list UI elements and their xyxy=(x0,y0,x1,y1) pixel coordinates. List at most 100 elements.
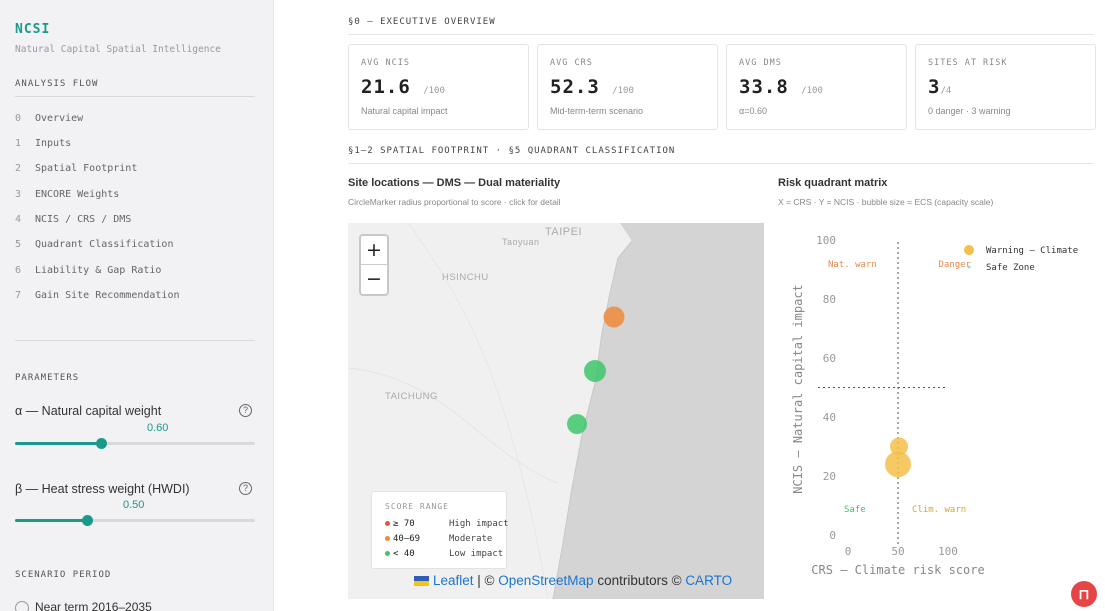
slider-fill xyxy=(15,442,102,445)
risk-quadrant-chart: 0 20 40 60 80 100 0 50 100 Nat. warn Danger Safe Cl… xyxy=(791,234,1078,577)
scenario-option-near-term[interactable]: Near term 2016–2035 xyxy=(15,600,152,611)
alpha-slider[interactable] xyxy=(15,438,255,449)
legend-marker xyxy=(967,265,971,269)
section-heading-overview: §0 — EXECUTIVE OVERVIEW xyxy=(348,17,496,27)
map-subtitle: CircleMarker radius proportional to scor… xyxy=(348,197,561,207)
map-label-taoyuan: Taoyuan xyxy=(502,237,540,247)
leaflet-link[interactable]: Leaflet xyxy=(433,573,474,588)
slider-thumb[interactable] xyxy=(82,515,93,526)
kpi-value: 3/4 xyxy=(928,76,952,98)
legend-range: 40–69 xyxy=(393,534,421,544)
flow-item-label: Gain Site Recommendation xyxy=(35,290,180,301)
flow-item-number: 1 xyxy=(15,138,22,149)
map-title: Site locations — DMS — Dual materiality xyxy=(348,177,561,189)
brand-title: NCSI xyxy=(15,22,51,37)
section-heading-spatial: §1–2 SPATIAL FOOTPRINT · §5 QUADRANT CLA… xyxy=(348,146,676,156)
beta-value: 0.50 xyxy=(123,499,145,511)
flow-item-quadrant-classification[interactable]: 5 Quadrant Classification xyxy=(15,239,173,250)
x-tick-label: 50 xyxy=(891,545,904,558)
kpi-label: SITES AT RISK xyxy=(928,58,1008,68)
legend-label: Warning — Climate xyxy=(986,246,1078,256)
flow-item-liability-gap-ratio[interactable]: 6 Liability & Gap Ratio xyxy=(15,265,161,276)
divider xyxy=(348,163,1094,164)
zoom-out-button[interactable]: − xyxy=(361,265,387,294)
flow-item-number: 5 xyxy=(15,239,22,250)
y-tick-label: 80 xyxy=(823,293,836,306)
legend-desc: Low impact xyxy=(449,549,504,559)
flow-item-number: 4 xyxy=(15,214,22,225)
question-circle-icon[interactable]: ? xyxy=(239,404,252,417)
beta-label: β — Heat stress weight (HWDI) xyxy=(15,482,190,496)
map-label-hsinchu: HSINCHU xyxy=(442,272,489,283)
map-label-taichung: TAICHUNG xyxy=(385,391,438,402)
map-label-taipei: TAIPEI xyxy=(545,226,583,238)
kpi-label: AVG NCIS xyxy=(361,58,410,68)
slider-fill xyxy=(15,519,87,522)
kpi-note: Natural capital impact xyxy=(361,106,448,116)
legend-dot xyxy=(385,536,390,541)
analysis-flow-heading: ANALYSIS FLOW xyxy=(15,79,99,89)
zoom-control: + − xyxy=(359,234,389,296)
divider xyxy=(15,340,255,341)
legend-title: SCORE RANGE xyxy=(385,502,449,511)
flow-item-encore-weights[interactable]: 3 ENCORE Weights xyxy=(15,189,119,200)
flow-item-label: Overview xyxy=(35,113,84,124)
flow-item-spatial-footprint[interactable]: 2 Spatial Footprint xyxy=(15,163,137,174)
y-tick-label: 60 xyxy=(823,352,836,365)
x-tick-label: 100 xyxy=(938,545,958,558)
quadrant-subtitle: X = CRS · Y = NCIS · bubble size = ECS (… xyxy=(778,197,994,207)
carto-link[interactable]: CARTO xyxy=(685,573,732,588)
legend-dot xyxy=(385,521,390,526)
kpi-value: 33.8 /100 xyxy=(739,76,823,98)
flow-item-label: Spatial Footprint xyxy=(35,163,138,174)
x-axis-label: CRS — Climate risk score xyxy=(811,563,984,577)
kpi-label: AVG DMS xyxy=(739,58,782,68)
y-tick-label: 40 xyxy=(823,411,836,424)
score-range-legend: SCORE RANGE ≥ 70 High impact 40–69 Moderat… xyxy=(371,491,509,569)
legend-marker xyxy=(964,245,974,255)
app-logo-icon[interactable]: ⊓ xyxy=(1071,581,1097,607)
legend-range: ≥ 70 xyxy=(393,519,415,529)
legend-row-high: ≥ 70 High impact xyxy=(385,519,509,529)
kpi-card-sites-at-risk: SITES AT RISK 3/4 0 danger · 3 warning xyxy=(915,44,1096,130)
flow-item-label: Inputs xyxy=(35,138,72,149)
zoom-in-button[interactable]: + xyxy=(361,236,387,265)
kpi-card-avg-crs: AVG CRS 52.3 /100 Mid-term-term scenario xyxy=(537,44,718,130)
chart-points xyxy=(885,437,911,478)
flow-item-gain-site-recommendation[interactable]: 7 Gain Site Recommendation xyxy=(15,290,180,301)
y-axis-label: NCIS — Natural capital impact xyxy=(791,284,805,494)
radio-button[interactable] xyxy=(15,600,29,611)
question-circle-icon[interactable]: ? xyxy=(239,482,252,495)
legend-row-low: < 40 Low impact xyxy=(385,549,503,559)
chart-legend: Warning — Climate Safe Zone xyxy=(964,245,1078,273)
flow-item-overview[interactable]: 0 Overview xyxy=(15,113,83,124)
scenario-period-heading: SCENARIO PERIOD xyxy=(15,570,112,580)
legend-label: Safe Zone xyxy=(986,263,1035,273)
kpi-note: α=0.60 xyxy=(739,106,767,116)
data-point xyxy=(885,451,911,478)
quadrant-label: Safe xyxy=(844,505,866,515)
flow-item-ncis-crs-dms[interactable]: 4 NCIS / CRS / DMS xyxy=(15,214,131,225)
flow-item-label: NCIS / CRS / DMS xyxy=(35,214,132,225)
site-marker[interactable] xyxy=(584,360,606,382)
site-map[interactable]: TAIPEI Taoyuan HSINCHU TAICHUNG + − SCOR… xyxy=(348,223,764,599)
site-marker[interactable] xyxy=(567,414,587,434)
flow-item-inputs[interactable]: 1 Inputs xyxy=(15,138,71,149)
legend-row-moderate: 40–69 Moderate xyxy=(385,534,492,544)
flow-item-label: Quadrant Classification xyxy=(35,239,174,250)
kpi-note: Mid-term-term scenario xyxy=(550,106,644,116)
divider xyxy=(15,96,255,97)
legend-desc: Moderate xyxy=(449,534,493,544)
flow-item-label: ENCORE Weights xyxy=(35,189,120,200)
osm-link[interactable]: OpenStreetMap xyxy=(498,573,593,588)
x-tick-label: 0 xyxy=(845,545,852,558)
kpi-label: AVG CRS xyxy=(550,58,593,68)
quadrant-label: Danger xyxy=(938,260,971,270)
beta-slider[interactable] xyxy=(15,515,255,526)
site-marker[interactable] xyxy=(603,306,625,328)
flow-item-number: 6 xyxy=(15,265,22,276)
quadrant-label: Clim. warn xyxy=(912,505,966,515)
flow-item-number: 3 xyxy=(15,189,22,200)
flow-item-number: 0 xyxy=(15,113,22,124)
slider-thumb[interactable] xyxy=(96,438,108,449)
